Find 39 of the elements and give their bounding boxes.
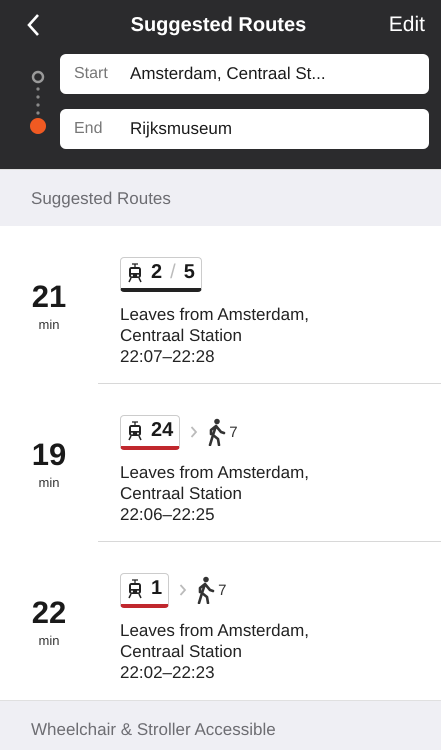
walking-person-icon bbox=[208, 418, 226, 446]
line-number: 24 bbox=[151, 419, 174, 442]
route-item[interactable]: 22 min 1 7 Leaves from Amsterdam, Centraal Station 22:02–22:23 bbox=[0, 542, 441, 700]
line-separator: / bbox=[170, 261, 176, 284]
duration-unit: min bbox=[38, 316, 60, 332]
tram-icon bbox=[127, 420, 143, 440]
section-header: Wheelchair & Stroller Accessible bbox=[0, 700, 441, 750]
screen-title: Suggested Routes bbox=[130, 14, 306, 36]
chevron-icon bbox=[179, 584, 188, 596]
tram-icon bbox=[127, 262, 143, 282]
location-field[interactable]: Start Amsterdam, Centraal St... bbox=[60, 54, 429, 94]
duration: 21 bbox=[32, 278, 66, 314]
dotted-line-icon bbox=[36, 86, 40, 116]
line-number: 2 bbox=[151, 261, 162, 284]
field-value: Amsterdam, Centraal St... bbox=[130, 64, 326, 84]
section-header: Suggested Routes bbox=[0, 169, 441, 226]
line-number: 1 bbox=[151, 577, 162, 600]
location-field[interactable]: End Rijksmuseum bbox=[60, 109, 429, 149]
edit-button[interactable]: Edit bbox=[382, 12, 431, 38]
duration: 19 bbox=[32, 436, 66, 472]
tram-icon bbox=[127, 578, 143, 598]
walk-minutes: 7 bbox=[218, 582, 226, 598]
end-point-icon bbox=[30, 118, 46, 134]
chevron-icon bbox=[190, 426, 198, 438]
duration-unit: min bbox=[38, 632, 60, 648]
duration: 22 bbox=[32, 594, 66, 630]
field-label: End bbox=[74, 120, 104, 138]
start-point-icon bbox=[31, 70, 45, 84]
walking-person-icon bbox=[197, 576, 216, 604]
route-details: Leaves from Amsterdam, Centraal Station 22:06–22:25 bbox=[120, 462, 310, 525]
field-label: Start bbox=[74, 65, 109, 83]
walk-minutes: 7 bbox=[229, 424, 238, 440]
duration-unit: min bbox=[38, 474, 60, 490]
route-details: Leaves from Amsterdam, Centraal Station 22:02–22:23 bbox=[120, 620, 310, 683]
line-number: 5 bbox=[184, 261, 195, 284]
route-item[interactable]: 19 min 24 7 Leaves from Amsterdam, Centraal Station 22:06–22:25 bbox=[0, 384, 441, 542]
field-value: Rijksmuseum bbox=[130, 119, 232, 139]
route-item[interactable]: 21 min 2 / 5 Leaves from Amsterdam, Centraal Station 22:07–22:28 bbox=[0, 226, 441, 384]
route-details: Leaves from Amsterdam, Centraal Station 22:07–22:28 bbox=[120, 304, 310, 367]
